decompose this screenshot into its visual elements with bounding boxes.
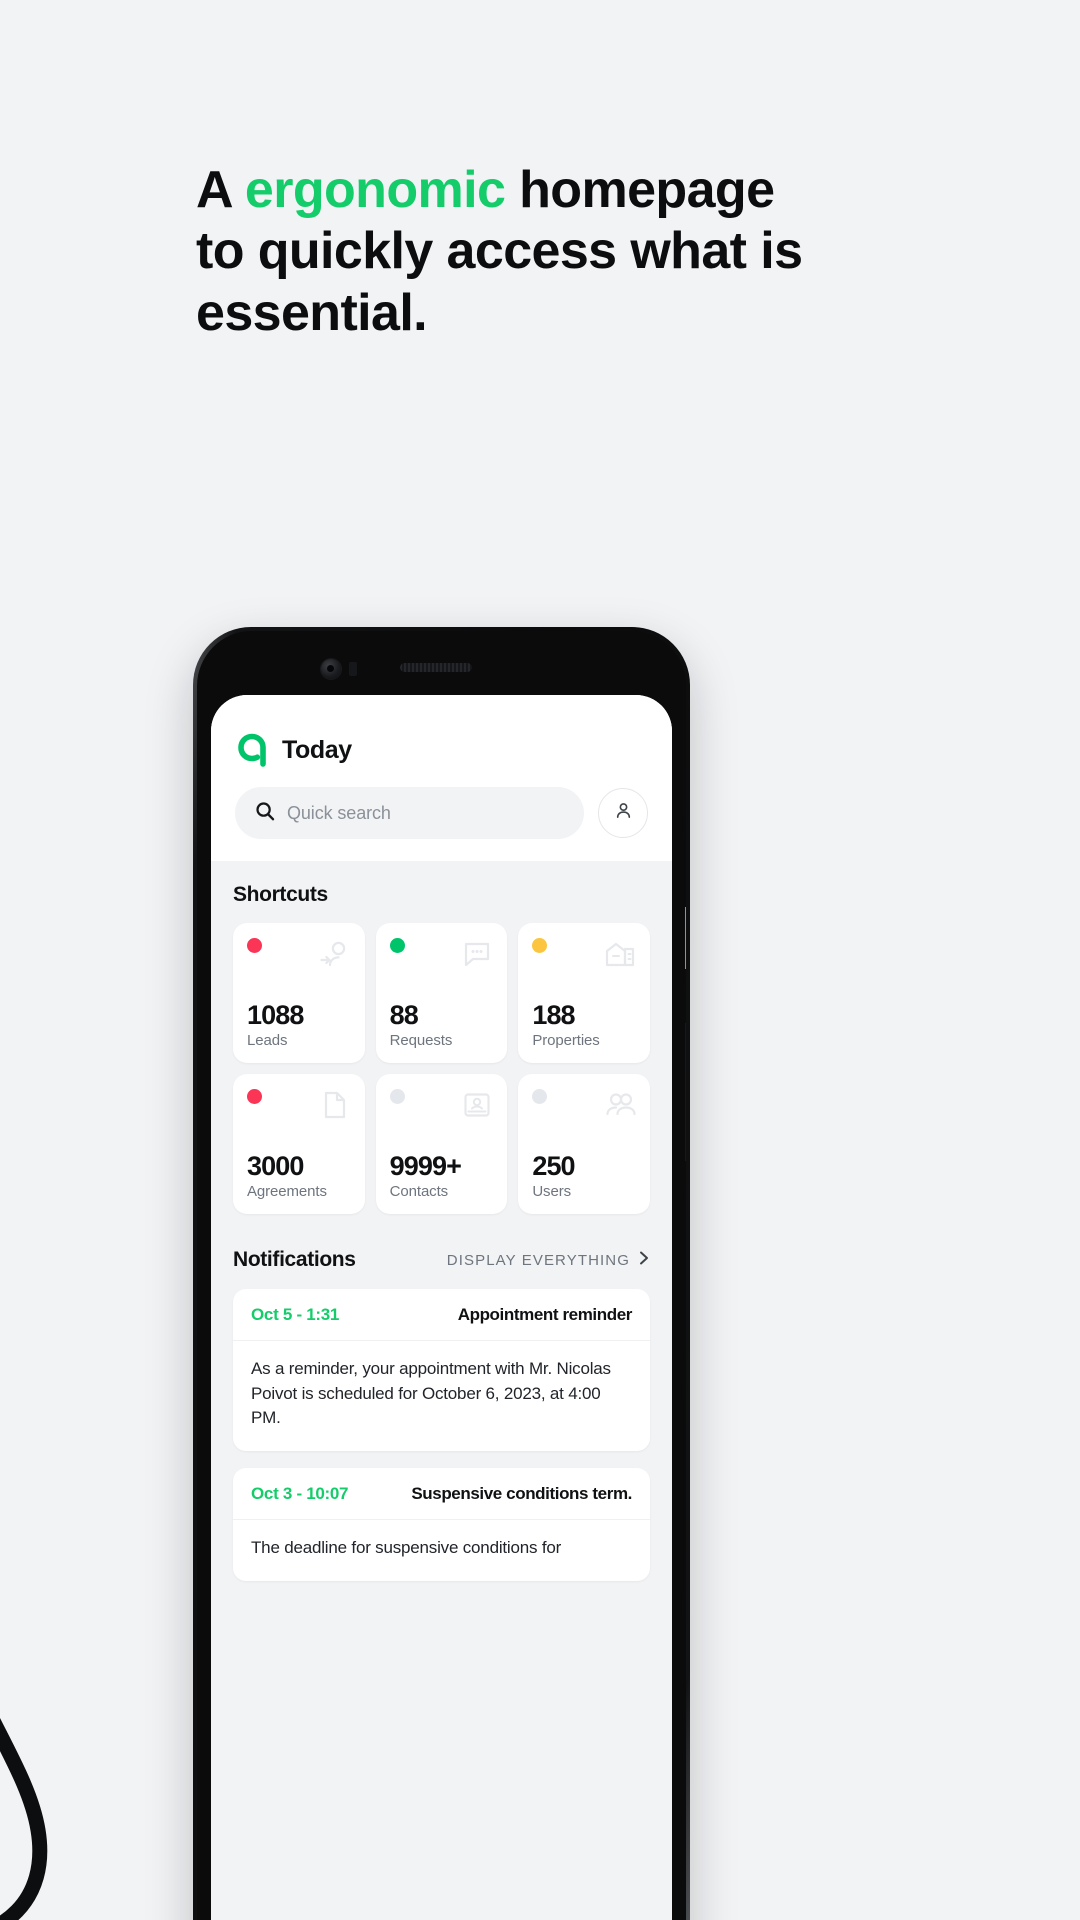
card-value: 9999+ xyxy=(389,1150,462,1181)
headline-pre: A xyxy=(196,161,245,219)
phone-bezel: Today Quick search Shortcuts 1088 Leads … xyxy=(197,631,686,1920)
card-text: 3000 Agreements xyxy=(247,1150,351,1200)
search-row: Quick search xyxy=(235,767,648,861)
card-top xyxy=(532,1089,636,1121)
proximity-sensor-icon xyxy=(349,662,357,676)
display-everything-label: DISPLAY EVERYTHING xyxy=(446,1251,630,1269)
notification-body: As a reminder, your appointment with Mr.… xyxy=(251,1359,611,1428)
chat-bubble-icon xyxy=(461,938,493,970)
volume-button[interactable] xyxy=(685,1023,686,1161)
shortcut-card-properties[interactable]: 188 Properties xyxy=(518,923,650,1063)
notification-date: Oct 3 - 10:07 xyxy=(251,1483,349,1503)
notifications-title: Notifications xyxy=(233,1248,356,1271)
notification-body: The deadline for suspensive conditions f… xyxy=(251,1537,562,1557)
shortcuts-grid: 1088 Leads 88 Requests 188 Properties 30… xyxy=(233,923,650,1214)
decorative-curve xyxy=(0,1520,80,1920)
user-add-icon xyxy=(319,938,351,970)
user-icon xyxy=(614,801,633,825)
contact-card-icon xyxy=(461,1089,493,1121)
card-label: Leads xyxy=(247,1032,288,1049)
status-badge xyxy=(389,938,405,953)
headline-accent: ergonomic xyxy=(244,161,506,219)
notification-card[interactable]: Oct 3 - 10:07 Suspensive conditions term… xyxy=(233,1467,650,1581)
card-text: 9999+ Contacts xyxy=(389,1150,494,1200)
power-button[interactable] xyxy=(685,907,686,969)
card-label: Requests xyxy=(389,1032,453,1049)
avatar[interactable] xyxy=(598,788,648,838)
page-root: A ergonomic homepage to quickly access w… xyxy=(0,0,1080,1920)
document-icon xyxy=(319,1089,351,1121)
status-badge xyxy=(532,1089,548,1104)
status-badge xyxy=(532,938,548,953)
card-value: 1088 xyxy=(247,999,304,1030)
shortcut-card-users[interactable]: 250 Users xyxy=(518,1074,650,1214)
shortcut-card-agreements[interactable]: 3000 Agreements xyxy=(233,1074,365,1214)
notification-card[interactable]: Oct 5 - 1:31 Appointment reminder As a r… xyxy=(233,1289,650,1451)
card-text: 88 Requests xyxy=(389,999,494,1049)
shortcut-card-requests[interactable]: 88 Requests xyxy=(375,923,508,1063)
card-top xyxy=(389,1089,494,1121)
search-placeholder: Quick search xyxy=(287,802,391,823)
front-camera-icon xyxy=(321,659,341,679)
shortcut-card-contacts[interactable]: 9999+ Contacts xyxy=(375,1074,508,1214)
notification-date: Oct 5 - 1:31 xyxy=(251,1305,340,1324)
chevron-right-icon xyxy=(638,1250,650,1270)
card-value: 3000 xyxy=(247,1150,304,1181)
building-icon xyxy=(604,938,636,970)
page-title: A ergonomic homepage to quickly access w… xyxy=(196,160,836,344)
card-top xyxy=(247,938,351,970)
card-text: 1088 Leads xyxy=(247,999,351,1049)
brand-row: Today xyxy=(235,733,648,767)
status-badge xyxy=(247,938,262,953)
card-label: Users xyxy=(532,1183,571,1200)
app-header: Today Quick search xyxy=(211,695,672,861)
users-icon xyxy=(604,1089,636,1121)
notification-subject: Appointment reminder xyxy=(457,1305,633,1324)
card-top xyxy=(247,1089,351,1121)
card-value: 188 xyxy=(532,999,575,1030)
notifications-header: Notifications DISPLAY EVERYTHING xyxy=(233,1248,650,1272)
earpiece-speaker-icon xyxy=(400,663,472,672)
notification-header: Oct 5 - 1:31 Appointment reminder xyxy=(233,1289,650,1341)
card-label: Contacts xyxy=(389,1183,449,1200)
card-top xyxy=(532,938,636,970)
notification-header: Oct 3 - 10:07 Suspensive conditions term… xyxy=(233,1468,650,1520)
card-text: 188 Properties xyxy=(532,999,636,1049)
display-everything-button[interactable]: DISPLAY EVERYTHING xyxy=(447,1250,650,1270)
app-body: Shortcuts 1088 Leads 88 Requests 188 Pro… xyxy=(211,861,672,1920)
app-screen: Today Quick search Shortcuts 1088 Leads … xyxy=(211,695,672,1920)
card-label: Agreements xyxy=(247,1183,327,1200)
card-value: 250 xyxy=(532,1150,575,1181)
phone-mockup: Today Quick search Shortcuts 1088 Leads … xyxy=(193,627,690,1920)
card-value: 88 xyxy=(389,999,419,1030)
shortcuts-title: Shortcuts xyxy=(233,883,328,906)
phone-top-bezel xyxy=(197,631,686,695)
shortcut-card-leads[interactable]: 1088 Leads xyxy=(233,923,365,1063)
search-input[interactable]: Quick search xyxy=(235,787,584,839)
status-badge xyxy=(247,1089,262,1104)
notification-subject: Suspensive conditions term. xyxy=(411,1483,632,1503)
card-label: Properties xyxy=(532,1032,600,1049)
app-logo-icon xyxy=(235,733,269,767)
app-title: Today xyxy=(282,735,352,764)
card-top xyxy=(389,938,494,970)
status-badge xyxy=(389,1089,405,1104)
card-text: 250 Users xyxy=(532,1150,636,1200)
search-icon xyxy=(255,801,275,826)
